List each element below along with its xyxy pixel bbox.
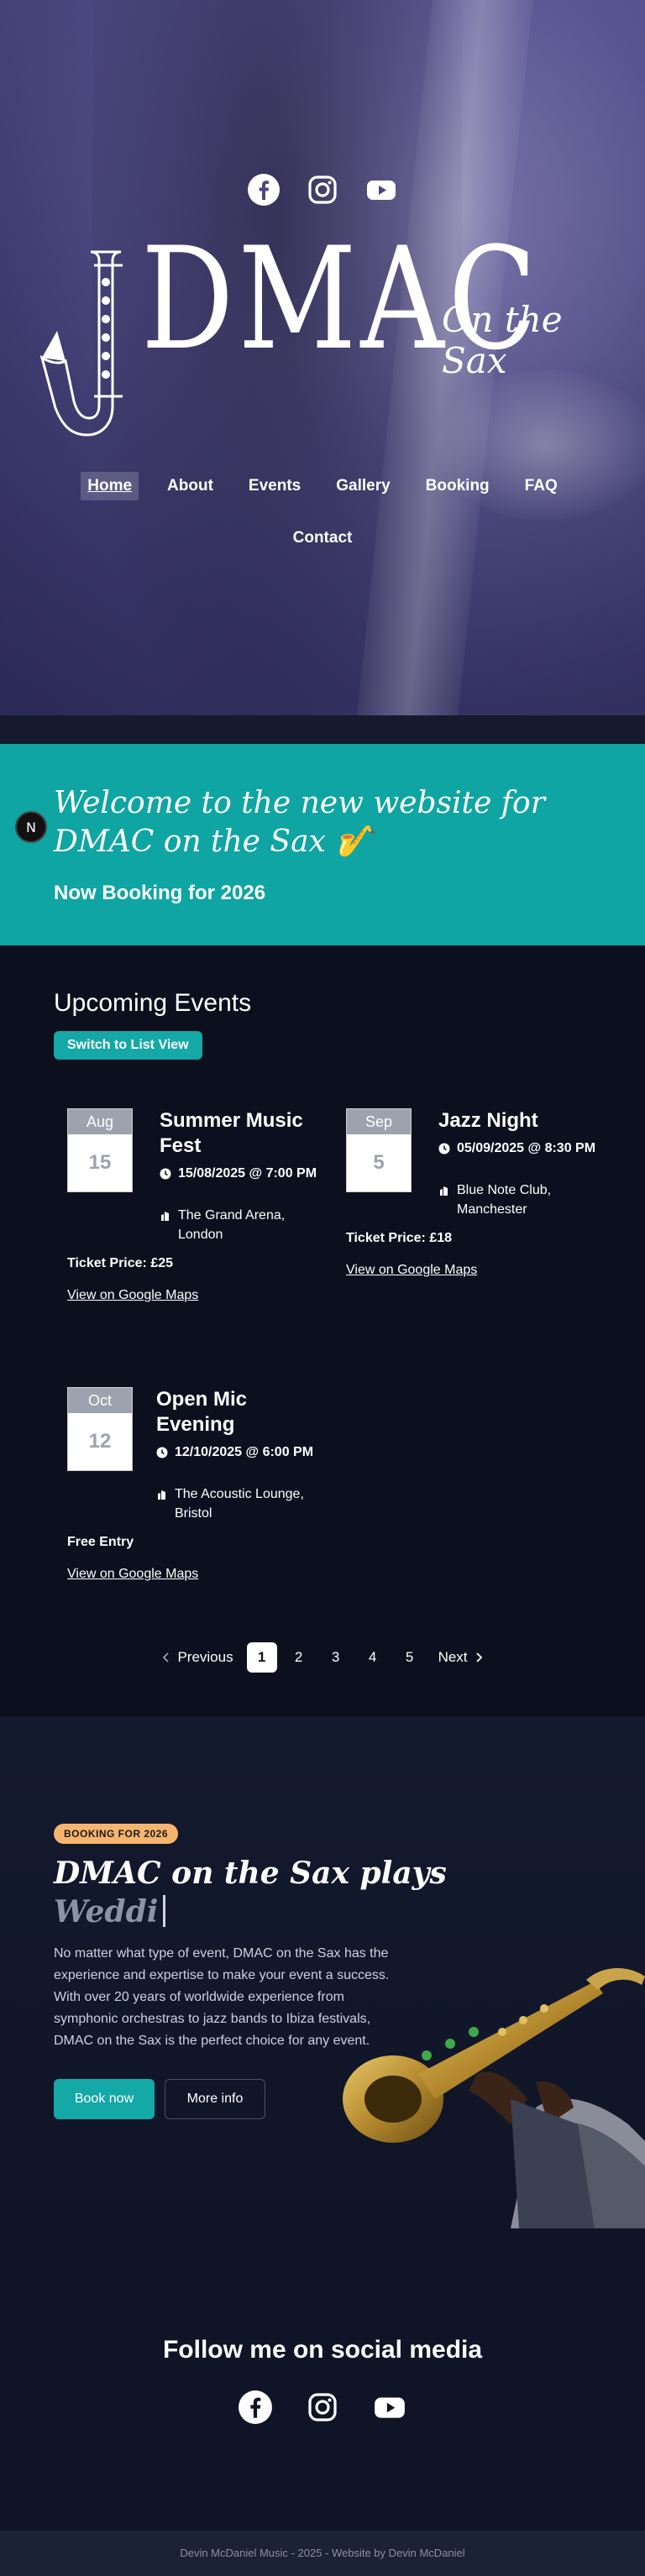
- event-datetime-row: 05/09/2025 @ 8:30 PM: [438, 1139, 606, 1158]
- event-date-badge: Sep 5: [346, 1108, 412, 1192]
- facebook-icon[interactable]: [236, 2388, 275, 2427]
- event-venue-row: The Grand Arena, London: [160, 1206, 328, 1244]
- site-footer: Devin McDaniel Music - 2025 - Website by…: [0, 2531, 645, 2576]
- event-map-link[interactable]: View on Google Maps: [346, 1263, 477, 1278]
- event-datetime-row: 15/08/2025 @ 7:00 PM: [160, 1164, 328, 1183]
- nav-home[interactable]: Home: [81, 472, 139, 500]
- events-section: Upcoming Events Switch to List View Aug …: [0, 945, 645, 1716]
- event-datetime: 05/09/2025 @ 8:30 PM: [457, 1141, 596, 1155]
- youtube-icon[interactable]: [364, 173, 398, 207]
- welcome-heading: Welcome to the new website for DMAC on t…: [54, 786, 545, 859]
- pagination-next[interactable]: Next: [432, 1642, 490, 1673]
- event-datetime: 15/08/2025 @ 7:00 PM: [178, 1166, 317, 1181]
- social-section: Follow me on social media: [0, 2262, 645, 2531]
- booking-heading: DMAC on the Sax plays: [54, 1856, 447, 1891]
- nav-about[interactable]: About: [160, 472, 220, 500]
- building-icon: [161, 1212, 169, 1221]
- pagination-previous[interactable]: Previous: [155, 1642, 239, 1673]
- chevron-right-icon: [475, 1652, 482, 1662]
- nav-booking[interactable]: Booking: [419, 472, 496, 500]
- clock-icon: [160, 1168, 171, 1180]
- footer-text: Devin McDaniel Music - 2025 - Website by…: [180, 2547, 465, 2559]
- logo-subtitle: On the Sax: [442, 299, 563, 381]
- event-day: 5: [373, 1151, 385, 1174]
- event-card: Aug 15 Summer Music Fest 15/08/2025 @ 7:…: [67, 1108, 319, 1327]
- nav-events[interactable]: Events: [242, 472, 307, 500]
- event-price: Ticket Price: £18: [346, 1231, 453, 1245]
- instagram-icon[interactable]: [306, 173, 339, 207]
- event-date-badge: Aug 15: [67, 1108, 133, 1192]
- event-card: Oct 12 Open Mic Evening 12/10/2025 @ 6:0…: [67, 1387, 319, 1605]
- chevron-left-icon: [163, 1652, 170, 1662]
- event-venue: The Acoustic Lounge, Bristol: [175, 1487, 304, 1521]
- nav-faq[interactable]: FAQ: [518, 472, 564, 500]
- event-title: Open Mic Evening: [156, 1388, 248, 1436]
- building-icon: [440, 1186, 448, 1196]
- event-venue: The Grand Arena, London: [178, 1208, 286, 1242]
- pagination-previous-label: Previous: [177, 1649, 233, 1665]
- event-day: 12: [88, 1430, 112, 1453]
- clock-icon: [156, 1447, 168, 1458]
- nav-contact[interactable]: Contact: [286, 524, 359, 552]
- event-month: Oct: [68, 1388, 132, 1413]
- events-pagination: Previous 1 2 3 4 5 Next: [0, 1642, 645, 1673]
- hero-social-links: [0, 173, 645, 207]
- event-price: Free Entry: [67, 1535, 134, 1549]
- section-divider: [0, 715, 645, 744]
- event-date-badge: Oct 12: [67, 1387, 133, 1471]
- booking-pill: BOOKING FOR 2026: [54, 1824, 179, 1844]
- events-heading: Upcoming Events: [54, 989, 252, 1017]
- instagram-icon[interactable]: [303, 2388, 342, 2427]
- event-map-link[interactable]: View on Google Maps: [67, 1567, 198, 1582]
- pagination-page-4[interactable]: 4: [358, 1642, 388, 1673]
- social-heading: Follow me on social media: [162, 2336, 483, 2364]
- clock-icon: [438, 1143, 450, 1154]
- booking-section: BOOKING FOR 2026 DMAC on the Sax plays W…: [0, 1716, 645, 2262]
- welcome-banner: Welcome to the new website for DMAC on t…: [0, 744, 645, 945]
- event-month: Aug: [68, 1109, 132, 1134]
- saxophone-logo-icon: [40, 250, 123, 437]
- hero-section: DMAC On the Sax Home About Events Galler…: [0, 0, 645, 715]
- event-venue-row: Blue Note Club, Manchester: [438, 1181, 606, 1219]
- booking-typed-text: Weddi: [54, 1894, 165, 1929]
- event-month: Sep: [347, 1109, 411, 1134]
- pagination-page-5[interactable]: 5: [395, 1642, 425, 1673]
- switch-list-view-button[interactable]: Switch to List View: [54, 1031, 202, 1060]
- nav-gallery[interactable]: Gallery: [329, 472, 396, 500]
- pagination-next-label: Next: [438, 1649, 468, 1665]
- site-logo[interactable]: DMAC On the Sax: [40, 228, 611, 442]
- pagination-page-3[interactable]: 3: [321, 1642, 351, 1673]
- event-title: Jazz Night: [438, 1109, 538, 1132]
- building-icon: [158, 1490, 165, 1500]
- event-venue-row: The Acoustic Lounge, Bristol: [156, 1484, 324, 1523]
- welcome-subheading: Now Booking for 2026: [54, 882, 266, 904]
- more-info-button[interactable]: More info: [165, 2079, 265, 2119]
- saxophonist-photo: [343, 1956, 645, 2228]
- nextjs-badge-icon[interactable]: N: [15, 811, 47, 843]
- event-map-link[interactable]: View on Google Maps: [67, 1288, 198, 1303]
- pagination-page-2[interactable]: 2: [284, 1642, 314, 1673]
- facebook-icon[interactable]: [247, 173, 281, 207]
- event-card: Sep 5 Jazz Night 05/09/2025 @ 8:30 PM Bl…: [346, 1108, 598, 1301]
- event-day: 15: [88, 1151, 112, 1174]
- event-datetime: 12/10/2025 @ 6:00 PM: [175, 1445, 314, 1459]
- event-venue: Blue Note Club, Manchester: [457, 1183, 552, 1217]
- youtube-icon[interactable]: [370, 2388, 409, 2427]
- book-now-button[interactable]: Book now: [54, 2079, 155, 2119]
- event-price: Ticket Price: £25: [67, 1256, 174, 1270]
- pagination-page-1[interactable]: 1: [246, 1642, 277, 1673]
- social-links: [0, 2388, 645, 2427]
- event-title: Summer Music Fest: [160, 1109, 303, 1157]
- event-datetime-row: 12/10/2025 @ 6:00 PM: [156, 1442, 324, 1462]
